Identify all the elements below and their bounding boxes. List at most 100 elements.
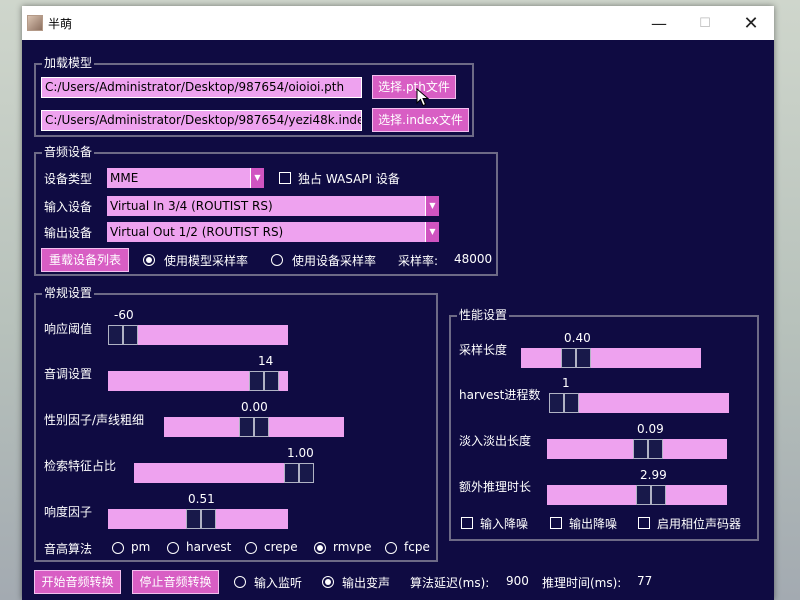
threshold-slider-handle[interactable] [108, 325, 138, 345]
harvest-procs-slider-handle[interactable] [549, 393, 579, 413]
formant-slider[interactable] [164, 417, 344, 437]
f0-method-label: 音高算法 [44, 542, 93, 556]
f0-harvest-label: harvest [186, 540, 232, 554]
stop-conversion-button[interactable]: 停止音频转换 [132, 570, 219, 594]
use-model-sr-radio[interactable] [143, 254, 155, 266]
rms-mix-value: 0.51 [188, 492, 215, 506]
output-device-dropdown[interactable]: Virtual Out 1/2 (ROUTIST RS) ▼ [107, 222, 439, 242]
general-settings-title: 常规设置 [42, 286, 95, 300]
inference-time-label: 推理时间(ms): [542, 576, 622, 590]
use-model-sr-label: 使用模型采样率 [164, 254, 249, 268]
minimize-button[interactable]: — [636, 6, 682, 40]
window-title: 半萌 [48, 17, 73, 31]
output-device-value: Virtual Out 1/2 (ROUTIST RS) [110, 225, 284, 239]
input-device-dropdown[interactable]: Virtual In 3/4 (ROUTIST RS) ▼ [107, 196, 439, 216]
monitor-input-radio[interactable] [234, 576, 246, 588]
device-type-dropdown[interactable]: MME ▼ [107, 168, 264, 188]
input-denoise-label: 输入降噪 [480, 517, 529, 531]
harvest-procs-label: harvest进程数 [459, 388, 541, 402]
audio-device-title: 音频设备 [42, 145, 95, 159]
algorithm-delay-label: 算法延迟(ms): [410, 576, 490, 590]
performance-title: 性能设置 [457, 308, 510, 322]
formant-value: 0.00 [241, 400, 268, 414]
f0-pm-label: pm [131, 540, 151, 554]
f0-fcpe-radio[interactable] [385, 542, 397, 554]
use-device-sr-label: 使用设备采样率 [292, 254, 377, 268]
crossfade-label: 淡入淡出长度 [459, 434, 532, 448]
f0-rmvpe-radio[interactable] [314, 542, 326, 554]
pth-path-field[interactable]: C:/Users/Administrator/Desktop/987654/oi… [41, 77, 362, 98]
chevron-down-icon: ▼ [250, 168, 264, 188]
output-device-label: 输出设备 [44, 226, 93, 240]
extra-time-slider[interactable] [547, 485, 727, 505]
block-time-label: 采样长度 [459, 343, 508, 357]
input-denoise-checkbox[interactable] [461, 517, 473, 529]
output-changed-radio[interactable] [322, 576, 334, 588]
f0-harvest-radio[interactable] [167, 542, 179, 554]
index-rate-slider-handle[interactable] [284, 463, 314, 483]
index-rate-label: 检索特征占比 [44, 459, 117, 473]
harvest-procs-value: 1 [562, 376, 570, 390]
use-device-sr-radio[interactable] [271, 254, 283, 266]
pitch-value: 14 [258, 354, 274, 368]
pitch-slider-handle[interactable] [249, 371, 279, 391]
output-denoise-label: 输出降噪 [569, 517, 618, 531]
formant-label: 性别因子/声线粗细 [44, 413, 145, 427]
performance-frame: 性能设置 采样长度 0.40 harvest进程数 1 淡入淡出长度 0.09 … [449, 308, 759, 541]
pitch-slider[interactable] [108, 371, 288, 391]
f0-rmvpe-label: rmvpe [333, 540, 372, 554]
extra-time-slider-handle[interactable] [636, 485, 666, 505]
threshold-label: 响应阈值 [44, 322, 93, 336]
block-time-value: 0.40 [564, 331, 591, 345]
pitch-label: 音调设置 [44, 367, 93, 381]
wasapi-label: 独占 WASAPI 设备 [298, 172, 400, 186]
phase-vocoder-checkbox[interactable] [638, 517, 650, 529]
client-area: 加载模型 C:/Users/Administrator/Desktop/9876… [22, 40, 774, 600]
maximize-button[interactable]: ☐ [682, 6, 728, 40]
select-pth-button[interactable]: 选择.pth文件 [372, 75, 456, 99]
phase-vocoder-label: 启用相位声码器 [657, 517, 742, 531]
f0-pm-radio[interactable] [112, 542, 124, 554]
chevron-down-icon: ▼ [425, 196, 439, 216]
crossfade-slider[interactable] [547, 439, 727, 459]
app-icon [27, 15, 43, 31]
audio-device-frame: 音频设备 设备类型 MME ▼ 独占 WASAPI 设备 输入设备 Virtua… [34, 145, 498, 276]
select-index-button[interactable]: 选择.index文件 [372, 108, 469, 132]
rms-mix-label: 响度因子 [44, 505, 93, 519]
formant-slider-handle[interactable] [239, 417, 269, 437]
f0-crepe-label: crepe [264, 540, 298, 554]
threshold-slider[interactable] [108, 325, 288, 345]
reload-devices-button[interactable]: 重载设备列表 [41, 248, 129, 272]
main-window: 半萌 — ☐ ✕ 加载模型 C:/Users/Administrator/Des… [22, 6, 774, 600]
chevron-down-icon: ▼ [425, 222, 439, 242]
sample-rate-label: 采样率: [398, 254, 439, 268]
index-rate-slider[interactable] [134, 463, 314, 483]
block-time-slider-handle[interactable] [561, 348, 591, 368]
title-bar[interactable]: 半萌 — ☐ ✕ [22, 6, 774, 40]
start-conversion-button[interactable]: 开始音频转换 [34, 570, 121, 594]
threshold-value: -60 [114, 308, 134, 322]
close-button[interactable]: ✕ [728, 6, 774, 40]
index-path-field[interactable]: C:/Users/Administrator/Desktop/987654/ye… [41, 110, 362, 131]
wasapi-checkbox[interactable] [279, 172, 291, 184]
load-model-title: 加载模型 [42, 56, 95, 70]
rms-mix-slider-handle[interactable] [186, 509, 216, 529]
output-denoise-checkbox[interactable] [550, 517, 562, 529]
harvest-procs-slider[interactable] [549, 393, 729, 413]
output-changed-label: 输出变声 [342, 576, 391, 590]
index-rate-value: 1.00 [287, 446, 314, 460]
f0-crepe-radio[interactable] [245, 542, 257, 554]
crossfade-slider-handle[interactable] [633, 439, 663, 459]
block-time-slider[interactable] [521, 348, 701, 368]
input-device-label: 输入设备 [44, 200, 93, 214]
inference-time-value: 77 [637, 574, 653, 588]
monitor-input-label: 输入监听 [254, 576, 303, 590]
extra-time-value: 2.99 [640, 468, 667, 482]
algorithm-delay-value: 900 [506, 574, 529, 588]
load-model-frame: 加载模型 C:/Users/Administrator/Desktop/9876… [34, 56, 474, 137]
rms-mix-slider[interactable] [108, 509, 288, 529]
input-device-value: Virtual In 3/4 (ROUTIST RS) [110, 199, 273, 213]
device-type-label: 设备类型 [44, 172, 93, 186]
crossfade-value: 0.09 [637, 422, 664, 436]
extra-time-label: 额外推理时长 [459, 480, 532, 494]
